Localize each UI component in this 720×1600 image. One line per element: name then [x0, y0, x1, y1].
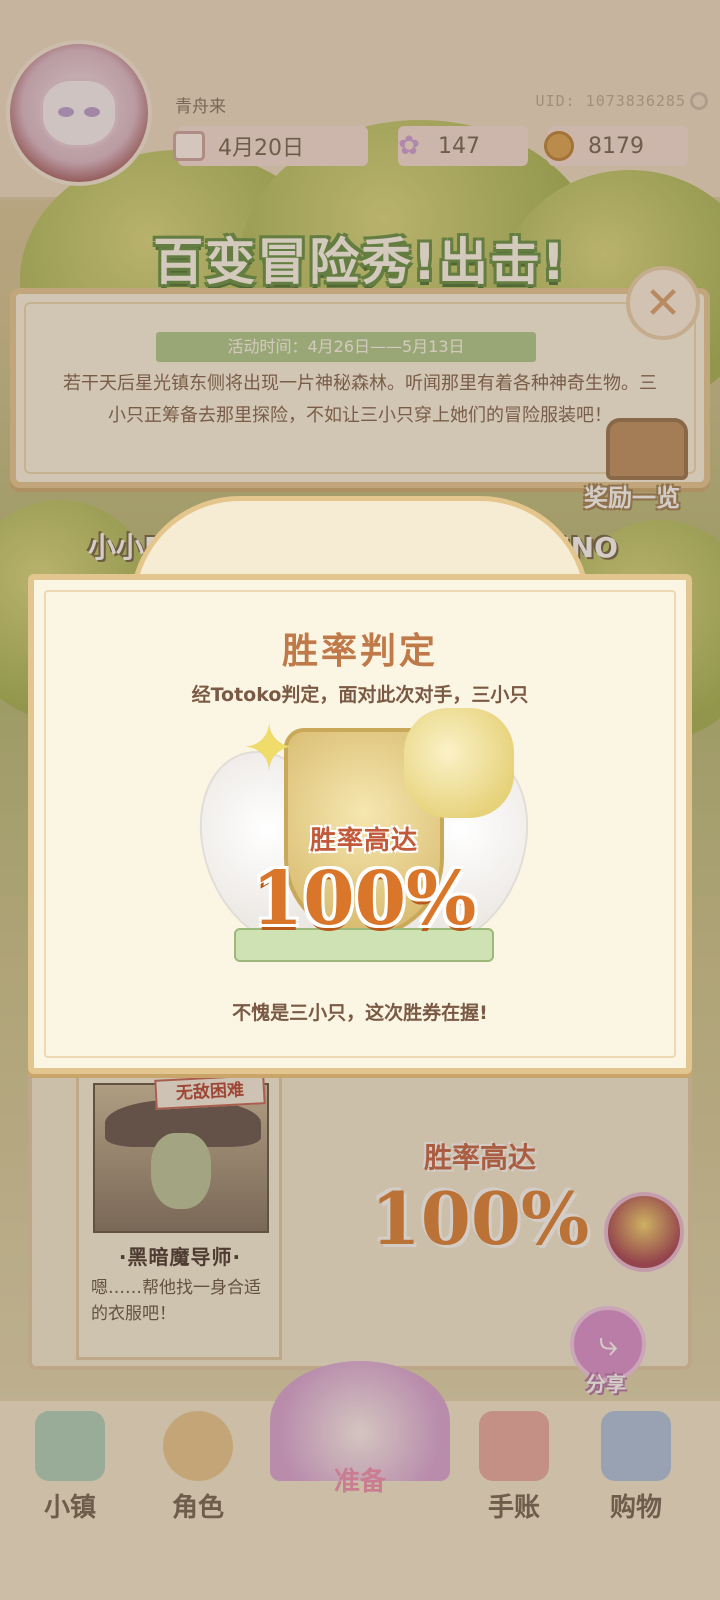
dialog-title: 胜率判定 — [281, 631, 438, 672]
flower-cluster-icon — [404, 708, 514, 818]
winrate-value: 100% — [251, 856, 477, 942]
winrate-dialog: 胜率判定 经Totoko判定，面对此次对手，三小只 ✦ 胜率高达 100% 不愧… — [28, 574, 692, 1074]
winrate-label: 胜率高达 — [309, 826, 418, 856]
dialog-footer: 不愧是三小只，这次胜券在握! — [232, 1002, 488, 1024]
star-wand-icon: ✦ — [242, 712, 296, 786]
winrate-badge: ✦ 胜率高达 100% — [174, 708, 554, 998]
dialog-subtitle: 经Totoko判定，面对此次对手，三小只 — [191, 684, 529, 706]
